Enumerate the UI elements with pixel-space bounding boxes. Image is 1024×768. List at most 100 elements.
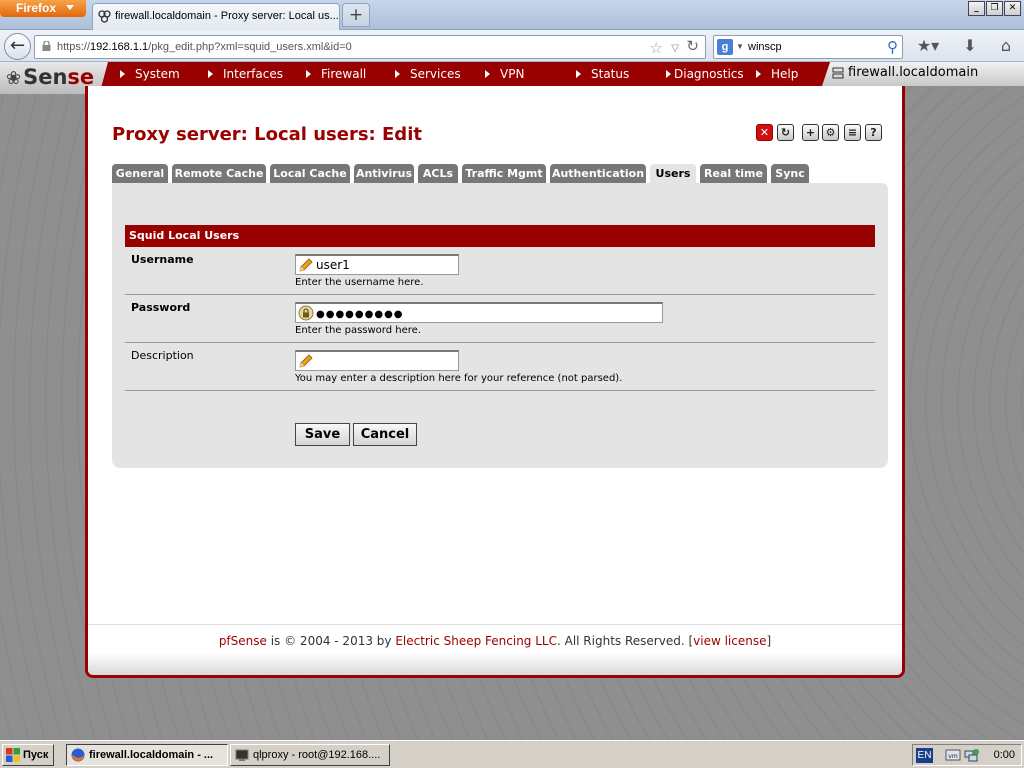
search-engine-dropdown-icon[interactable]: ▼ bbox=[736, 36, 744, 58]
url-path: /pkg_edit.php?xml=squid_users.xml&id=0 bbox=[148, 41, 352, 53]
view-license-link[interactable]: view license bbox=[693, 634, 766, 648]
description-label: Description bbox=[131, 349, 194, 362]
browser-tab-title: firewall.localdomain - Proxy server: Loc… bbox=[115, 10, 339, 22]
taskbar: Пуск firewall.localdomain - ... qlproxy … bbox=[0, 740, 1024, 768]
clock: 0:00 bbox=[993, 749, 1015, 761]
tab-authentication[interactable]: Authentication bbox=[550, 164, 646, 184]
menu-label: System bbox=[135, 67, 180, 81]
menu-arrow-icon bbox=[666, 70, 671, 78]
bookmarks-menu-icon[interactable]: ★▾ bbox=[912, 35, 944, 59]
new-tab-button[interactable]: + bbox=[342, 3, 370, 27]
browser-titlebar: Firefox firewall.localdomain - Proxy ser… bbox=[0, 0, 1024, 30]
menu-status[interactable]: Status bbox=[576, 62, 629, 86]
start-button[interactable]: Пуск bbox=[2, 744, 54, 766]
language-indicator[interactable]: EN bbox=[916, 748, 933, 763]
tab-remote-cache[interactable]: Remote Cache bbox=[172, 164, 266, 184]
history-dropdown-icon[interactable]: ▽ bbox=[671, 38, 679, 60]
home-icon[interactable]: ⌂ bbox=[994, 35, 1018, 59]
menu-label: Interfaces bbox=[223, 67, 283, 81]
cancel-button[interactable]: Cancel bbox=[353, 423, 417, 446]
tab-users[interactable]: Users bbox=[650, 164, 696, 185]
browser-navbar: ← https://192.168.1.1/pkg_edit.php?xml=s… bbox=[0, 30, 1024, 62]
lock-icon bbox=[298, 305, 314, 321]
menu-diagnostics[interactable]: Diagnostics bbox=[666, 62, 744, 86]
settings-icon[interactable]: ⚙ bbox=[822, 124, 839, 141]
tab-antivirus[interactable]: Antivirus bbox=[354, 164, 414, 184]
google-search-engine-icon[interactable]: g bbox=[717, 39, 733, 55]
lock-icon bbox=[42, 41, 51, 51]
chevron-down-icon bbox=[66, 5, 74, 10]
bookmark-star-icon[interactable]: ☆ bbox=[650, 38, 663, 60]
menu-arrow-icon bbox=[208, 70, 213, 78]
menu-interfaces[interactable]: Interfaces bbox=[208, 62, 283, 86]
url-host: 192.168.1.1 bbox=[90, 41, 149, 53]
svg-text:vm: vm bbox=[948, 753, 958, 760]
window-close-button[interactable]: ✕ bbox=[1004, 1, 1021, 16]
pfsense-favicon-icon bbox=[98, 10, 111, 23]
search-input-value: winscp bbox=[748, 41, 782, 53]
menu-firewall[interactable]: Firewall bbox=[306, 62, 366, 86]
network-tray-icon[interactable] bbox=[963, 748, 979, 764]
window-minimize-button[interactable]: _ bbox=[968, 1, 985, 16]
menu-vpn[interactable]: VPN bbox=[485, 62, 524, 86]
section-header: Squid Local Users bbox=[125, 225, 875, 247]
tab-real-time[interactable]: Real time bbox=[700, 164, 767, 184]
firefox-icon bbox=[71, 748, 85, 762]
description-input[interactable] bbox=[295, 350, 459, 371]
tab-traffic-mgmt[interactable]: Traffic Mgmt bbox=[462, 164, 546, 184]
menu-label: Diagnostics bbox=[674, 67, 744, 81]
firefox-menu-label: Firefox bbox=[16, 1, 57, 15]
password-input[interactable]: ●●●●●●●●● bbox=[295, 302, 663, 323]
description-help: You may enter a description here for you… bbox=[295, 373, 623, 384]
search-magnifier-icon[interactable]: ⚲ bbox=[887, 37, 898, 59]
downloads-icon[interactable]: ⬇ bbox=[958, 35, 982, 59]
menu-services[interactable]: Services bbox=[395, 62, 461, 86]
taskbar-item-firefox[interactable]: firewall.localdomain - ... bbox=[66, 744, 228, 766]
menu-arrow-icon bbox=[395, 70, 400, 78]
search-bar[interactable]: g ▼ winscp ⚲ bbox=[713, 35, 903, 59]
log-icon[interactable]: ≡ bbox=[844, 124, 861, 141]
page-title: Proxy server: Local users: Edit bbox=[112, 124, 422, 145]
browser-tab-active[interactable]: firewall.localdomain - Proxy server: Loc… bbox=[92, 3, 340, 30]
url-bar[interactable]: https://192.168.1.1/pkg_edit.php?xml=squ… bbox=[34, 35, 706, 59]
logo-text-left: Sen bbox=[23, 65, 68, 89]
taskbar-item-label: firewall.localdomain - ... bbox=[89, 749, 214, 761]
menu-help[interactable]: Help bbox=[756, 62, 798, 86]
menu-label: Help bbox=[771, 67, 799, 81]
tab-sync[interactable]: Sync bbox=[771, 164, 809, 184]
footer-brand-link[interactable]: pfSense bbox=[219, 634, 267, 648]
start-label: Пуск bbox=[23, 749, 49, 761]
window-maximize-button[interactable]: ❐ bbox=[986, 1, 1003, 16]
add-widget-icon[interactable]: + bbox=[802, 124, 819, 141]
back-button[interactable]: ← bbox=[4, 33, 31, 60]
username-value: user1 bbox=[316, 258, 350, 272]
status-restart-icon[interactable]: ↻ bbox=[777, 124, 794, 141]
url-prefix: https:// bbox=[57, 41, 91, 53]
taskbar-item-terminal[interactable]: qlproxy - root@192.168.... bbox=[230, 744, 390, 766]
tab-acls[interactable]: ACLs bbox=[418, 164, 458, 184]
menu-arrow-icon bbox=[756, 70, 761, 78]
status-stop-icon[interactable]: ✕ bbox=[756, 124, 773, 141]
firefox-menu-button[interactable]: Firefox bbox=[0, 0, 86, 17]
password-row: Password ●●●●●●●●● Enter the password he… bbox=[125, 295, 875, 343]
hostname-text: firewall.localdomain bbox=[848, 65, 979, 80]
menu-arrow-icon bbox=[306, 70, 311, 78]
tab-general[interactable]: General bbox=[112, 164, 168, 184]
menu-arrow-icon bbox=[485, 70, 490, 78]
footer-text: is © 2004 - 2013 by bbox=[266, 634, 396, 648]
reload-icon[interactable]: ↻ bbox=[686, 36, 699, 58]
menu-system[interactable]: System bbox=[120, 62, 180, 86]
menu-label: VPN bbox=[500, 67, 525, 81]
menu-arrow-icon bbox=[120, 70, 125, 78]
help-icon[interactable]: ? bbox=[865, 124, 882, 141]
username-input[interactable]: user1 bbox=[295, 254, 459, 275]
footer-company-link[interactable]: Electric Sheep Fencing LLC bbox=[395, 634, 557, 648]
username-label: Username bbox=[131, 253, 194, 266]
vm-tray-icon[interactable]: vm bbox=[945, 748, 961, 764]
footer-text: . All Rights Reserved. [ bbox=[556, 634, 694, 648]
footer: pfSense is © 2004 - 2013 by Electric She… bbox=[88, 634, 902, 648]
tab-local-cache[interactable]: Local Cache bbox=[270, 164, 350, 184]
password-help: Enter the password here. bbox=[295, 325, 421, 336]
save-button[interactable]: Save bbox=[295, 423, 350, 446]
back-arrow-icon: ← bbox=[9, 35, 26, 56]
